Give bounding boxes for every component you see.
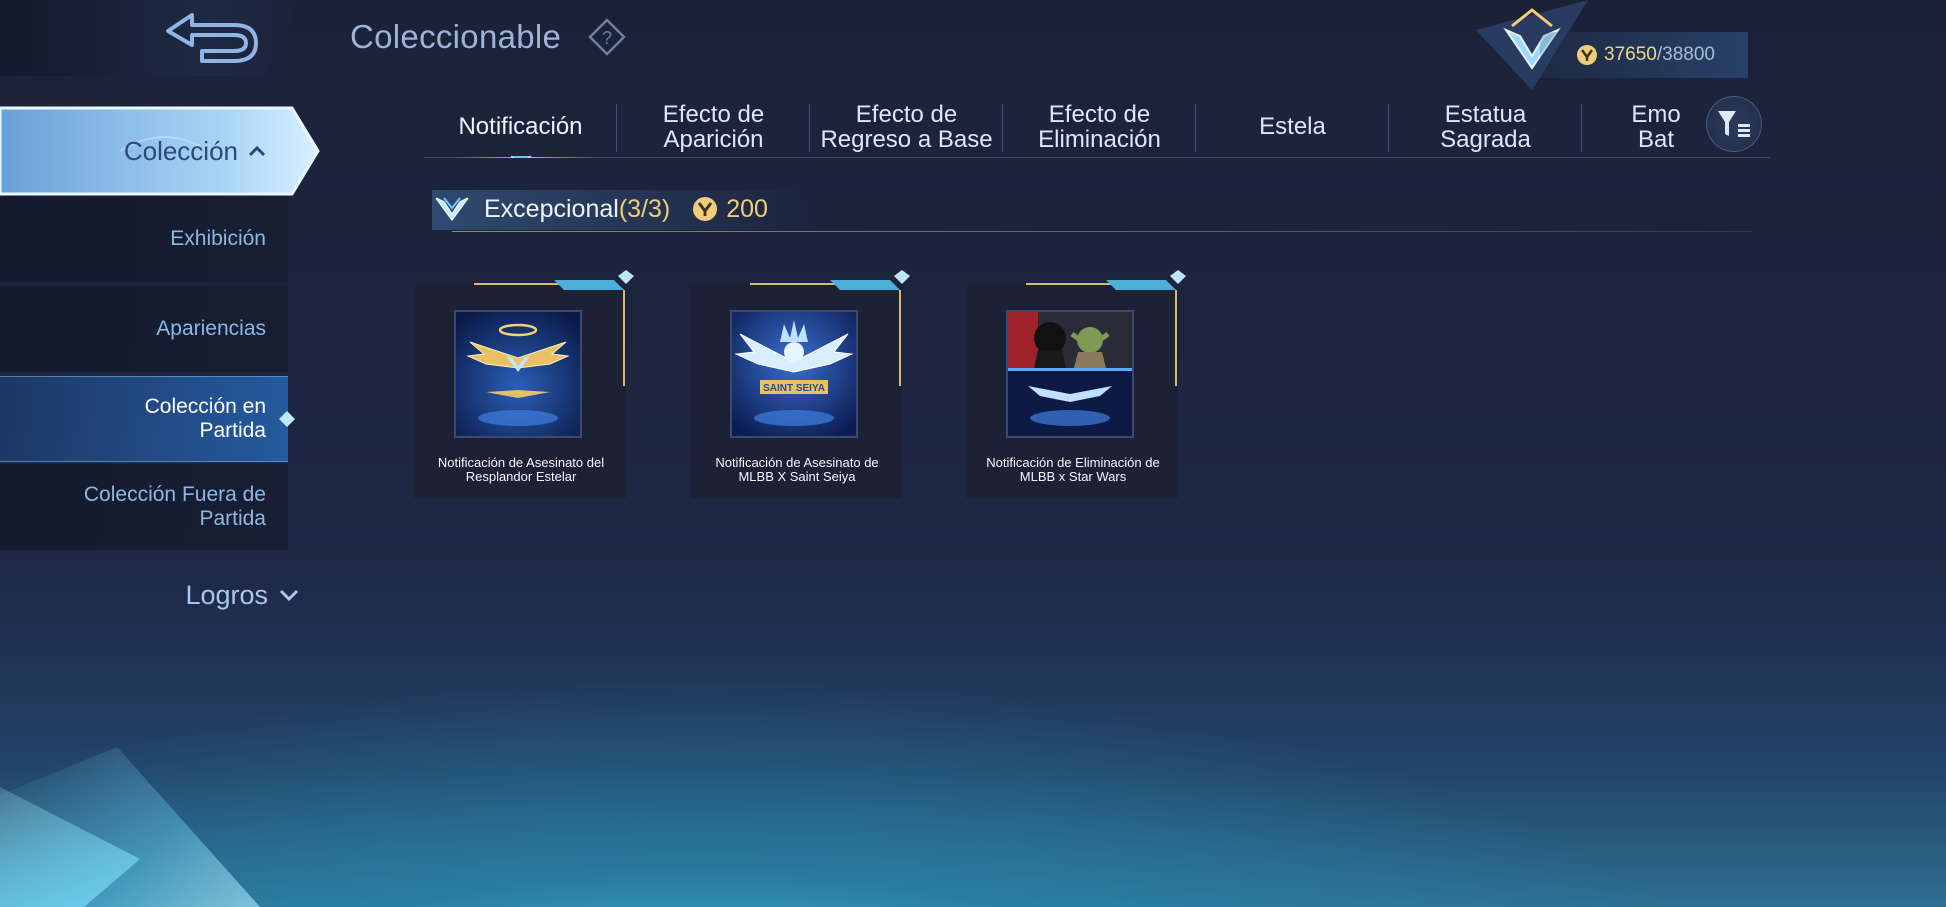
points-max: /38800 — [1656, 44, 1715, 65]
filter-icon — [1718, 111, 1750, 137]
tab-pointer-icon — [510, 155, 531, 158]
tab-efecto-eliminacion[interactable]: Efecto de Eliminación — [1003, 96, 1196, 158]
tab-emotes-batalla[interactable]: Emo Bat — [1582, 96, 1692, 158]
back-button[interactable] — [160, 10, 264, 66]
collectible-card[interactable]: SAINT SEIYA Notificación de Asesinato de… — [690, 268, 910, 498]
card-thumbnail — [454, 310, 582, 438]
tab-label: Estatua Sagrada — [1440, 100, 1531, 153]
sidebar-item-exhibicion[interactable]: Exhibición — [0, 196, 288, 282]
card-thumbnail: SAINT SEIYA — [730, 310, 858, 438]
sidebar-item-label: Colección en Partida — [144, 395, 266, 442]
chevron-up-icon — [248, 145, 266, 157]
filter-button[interactable] — [1706, 96, 1762, 152]
sidebar-item-coleccion-fuera-de-partida[interactable]: Colección Fuera de Partida — [0, 464, 288, 550]
card-name: Notificación de Asesinato de MLBB X Sain… — [715, 455, 879, 485]
tab-label: Emo Bat — [1631, 100, 1681, 153]
sidebar-item-label: Colección Fuera de Partida — [83, 483, 266, 530]
rarity-header: Excepcional(3/3) 200 — [432, 186, 1752, 232]
collectible-card[interactable]: Notificación de Asesinato del Resplandor… — [414, 268, 634, 498]
card-name: Notificación de Eliminación de MLBB x St… — [986, 455, 1160, 485]
sidebar-item-label: Exhibición — [170, 227, 266, 251]
rarity-name: Excepcional — [484, 194, 619, 223]
sidebar-section-coleccion[interactable]: Colección — [0, 106, 320, 196]
tab-label: Efecto de Regreso a Base — [820, 100, 993, 153]
rarity-count: (3/3) — [618, 194, 671, 223]
tab-notificacion[interactable]: Notificación — [424, 96, 617, 158]
sidebar-section-logros[interactable]: Logros — [0, 572, 300, 618]
tab-label: Efecto de Eliminación — [1038, 100, 1161, 153]
sidebar-section-label: Colección — [123, 135, 238, 166]
sidebar-item-coleccion-en-partida[interactable]: Colección en Partida — [0, 376, 288, 462]
card-thumbnail — [1006, 310, 1134, 438]
back-arrow-icon — [166, 13, 258, 63]
tab-label: Efecto de Aparición — [662, 100, 765, 153]
points-current: 37650 — [1604, 44, 1657, 65]
rarity-divider — [452, 231, 1752, 232]
page-title: Coleccionable — [350, 18, 562, 55]
tab-estatua-sagrada[interactable]: Estatua Sagrada — [1389, 96, 1582, 158]
tab-label: Notificación — [458, 113, 583, 141]
coin-icon — [1577, 45, 1597, 65]
help-icon[interactable]: ? — [588, 18, 626, 56]
tab-efecto-aparicion[interactable]: Efecto de Aparición — [617, 96, 810, 158]
tab-efecto-regreso-base[interactable]: Efecto de Regreso a Base — [810, 96, 1003, 158]
svg-text:?: ? — [602, 28, 612, 48]
points-counter: 37650/38800 — [1540, 32, 1748, 78]
svg-text:SAINT SEIYA: SAINT SEIYA — [763, 383, 825, 394]
rarity-label: Excepcional(3/3) — [484, 195, 670, 224]
rarity-cost: 200 — [726, 194, 768, 223]
rarity-emblem-icon — [435, 197, 469, 222]
sidebar-item-label: Apariencias — [156, 317, 266, 341]
coin-icon — [693, 197, 718, 221]
sidebar-section-label: Logros — [185, 579, 268, 610]
collectible-card[interactable]: Notificación de Eliminación de MLBB x St… — [966, 268, 1186, 498]
category-tabs: Notificación Efecto de Aparición Efecto … — [424, 96, 1770, 158]
tab-label: Estela — [1259, 113, 1326, 141]
tab-estela[interactable]: Estela — [1196, 96, 1389, 158]
sidebar-item-apariencias[interactable]: Apariencias — [0, 286, 288, 372]
selection-marker-icon — [279, 411, 295, 427]
card-name: Notificación de Asesinato del Resplandor… — [437, 455, 605, 485]
chevron-down-icon — [279, 589, 299, 602]
